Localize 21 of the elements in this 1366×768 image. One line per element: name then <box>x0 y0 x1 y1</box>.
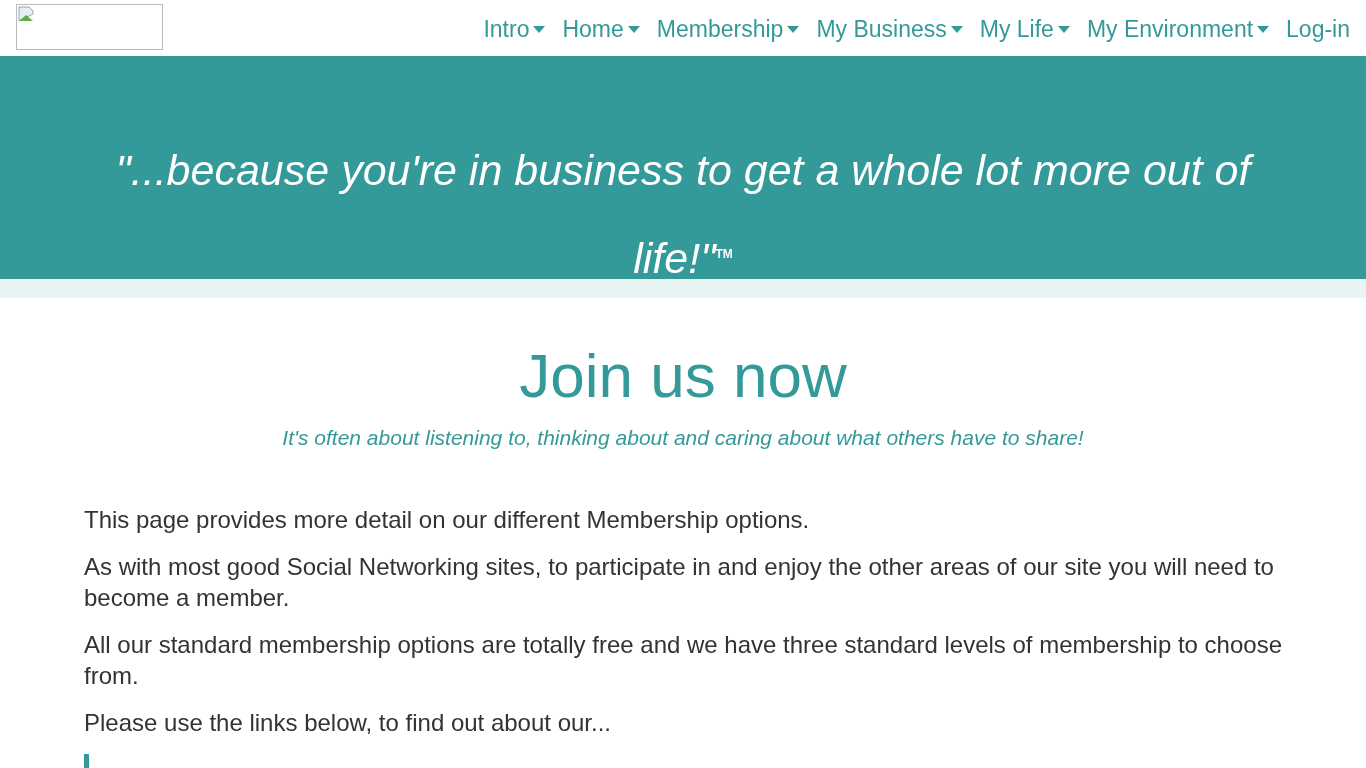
caret-icon <box>1257 25 1270 33</box>
paragraph: This page provides more detail on our different Membership options. <box>84 505 811 535</box>
nav-link[interactable]: My Business <box>816 15 963 43</box>
caret-icon <box>627 25 640 33</box>
caret-icon <box>1057 25 1070 33</box>
nav-link[interactable]: Home <box>562 15 640 43</box>
paragraph: Please use the links below, to find out about our... <box>84 708 612 738</box>
caret-icon <box>950 25 963 33</box>
banner-quote: "...because you're in business to get a whole lot more out of life!"$^{TM}$ <box>78 128 1288 279</box>
tagline: It's often about listening to, thinking about and caring about what others have to share! <box>281 426 1085 450</box>
nav-link[interactable]: Intro <box>483 15 546 43</box>
nav-link[interactable]: Log-in <box>1286 15 1350 43</box>
page-heading: Join us now <box>518 340 848 412</box>
caret-icon <box>787 25 800 33</box>
nav-link[interactable]: Membership <box>656 15 800 43</box>
nav-link[interactable]: My Life <box>979 15 1070 43</box>
paragraph: As with most good Social Networking sites, to participate in and enjoy the other areas of our site you will need to become a member. <box>84 552 1275 613</box>
caret-icon <box>533 25 546 33</box>
paragraph: All our standard membership options are totally free and we have three standard levels of membership to choose from. <box>84 630 1282 691</box>
nav-link[interactable]: My Environment <box>1086 15 1270 43</box>
broken-image-icon <box>18 5 34 22</box>
